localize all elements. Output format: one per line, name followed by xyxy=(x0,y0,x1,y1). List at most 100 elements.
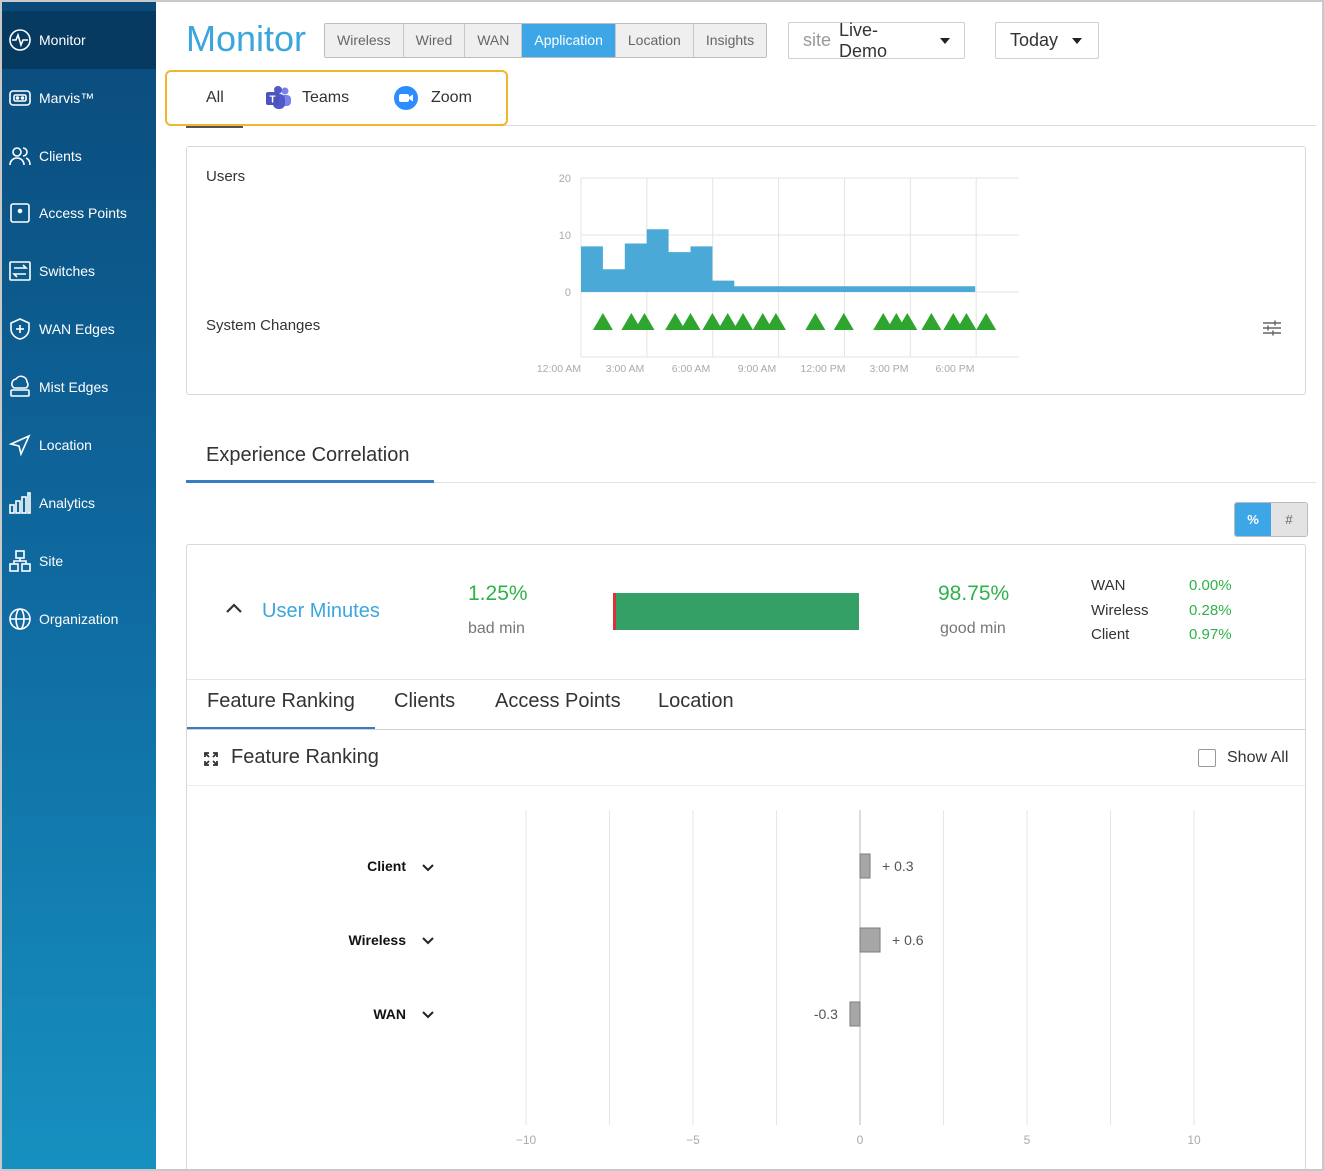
filter-all[interactable]: All xyxy=(206,72,224,124)
bad-label: bad min xyxy=(468,620,525,637)
system-change-marker xyxy=(956,313,977,330)
sidebar-item-label: Organization xyxy=(39,611,119,627)
show-all-checkbox[interactable] xyxy=(1198,749,1216,767)
access-point-icon xyxy=(7,200,33,226)
feature-label-wireless: Wireless xyxy=(348,932,406,948)
sidebar-item-organization[interactable]: Organization xyxy=(0,590,156,648)
bar-client xyxy=(859,853,871,879)
feature-ranking-chart: −10 −5 0 5 10 + 0.3 + 0.6 -0.3 xyxy=(516,810,1201,1147)
collapse-icon[interactable] xyxy=(225,601,243,615)
users-timeline-card: Users System Changes 20 10 0 12:00 AM 3:00 A… xyxy=(186,146,1306,395)
value-label: + 0.6 xyxy=(892,932,924,948)
marvis-icon xyxy=(7,85,33,111)
x-tick-label: 9:00 AM xyxy=(738,363,777,375)
sidebar: Monitor Marvis™ Clients Access Points Sw… xyxy=(0,0,156,1171)
tab-wired[interactable]: Wired xyxy=(403,24,466,57)
location-icon xyxy=(7,432,33,458)
divider xyxy=(187,679,1305,680)
sidebar-item-mist-edges[interactable]: Mist Edges xyxy=(0,358,156,416)
sidebar-item-label: WAN Edges xyxy=(39,321,115,337)
good-label: good min xyxy=(940,620,1006,637)
tab-application[interactable]: Application xyxy=(522,24,616,57)
site-dropdown[interactable]: site Live-Demo xyxy=(788,19,965,61)
divider xyxy=(187,729,1305,730)
page-title: Monitor xyxy=(186,18,307,59)
active-filter-underline xyxy=(186,126,243,128)
sidebar-item-wan-edges[interactable]: WAN Edges xyxy=(0,300,156,358)
chevron-down-icon xyxy=(1072,37,1083,44)
breakdown-client-name: Client xyxy=(1091,626,1130,643)
sidebar-item-location[interactable]: Location xyxy=(0,416,156,474)
y-tick-label: 20 xyxy=(559,173,571,185)
clients-icon xyxy=(7,143,33,169)
breakdown-wan-name: WAN xyxy=(1091,577,1126,594)
sidebar-item-label: Marvis™ xyxy=(39,90,95,106)
metric-title[interactable]: User Minutes xyxy=(262,600,380,623)
chart-settings-icon[interactable] xyxy=(1262,319,1282,337)
unit-toggle: % # xyxy=(1234,502,1308,537)
sidebar-item-monitor[interactable]: Monitor xyxy=(0,11,156,69)
sidebar-item-label: Switches xyxy=(39,263,96,279)
system-change-marker xyxy=(976,313,997,330)
chevron-down-icon[interactable] xyxy=(420,933,436,949)
wan-edge-icon xyxy=(7,316,33,342)
system-change-marker xyxy=(833,313,854,330)
monitor-icon xyxy=(7,27,33,53)
tab-access-points[interactable]: Access Points xyxy=(495,690,621,713)
breakdown-wan-value: 0.00% xyxy=(1189,577,1232,594)
sidebar-item-label: Monitor xyxy=(39,32,86,48)
sidebar-item-site[interactable]: Site xyxy=(0,532,156,590)
chevron-down-icon[interactable] xyxy=(420,1007,436,1023)
tab-location[interactable]: Location xyxy=(615,24,694,57)
site-value: Live-Demo xyxy=(839,19,888,61)
breakdown-wireless-value: 0.28% xyxy=(1189,602,1232,619)
tab-clients[interactable]: Clients xyxy=(394,690,455,713)
tab-wan[interactable]: WAN xyxy=(465,24,523,57)
time-range-dropdown[interactable]: Today xyxy=(995,22,1099,59)
good-value: 98.75% xyxy=(938,582,1010,605)
system-change-marker xyxy=(634,313,655,330)
sidebar-item-analytics[interactable]: Analytics xyxy=(0,474,156,532)
analytics-icon xyxy=(7,490,33,516)
chevron-down-icon[interactable] xyxy=(420,860,436,876)
active-section-underline xyxy=(186,480,434,483)
divider xyxy=(187,785,1305,786)
x-tick-label: 5 xyxy=(1024,1133,1031,1147)
system-change-marker xyxy=(765,313,786,330)
filter-zoom-label: Zoom xyxy=(431,89,472,106)
system-change-marker xyxy=(680,313,701,330)
filter-zoom[interactable]: Zoom xyxy=(393,72,472,124)
breakdown-wireless-name: Wireless xyxy=(1091,602,1149,619)
x-tick-label: 6:00 AM xyxy=(672,363,711,375)
organization-icon xyxy=(7,606,33,632)
system-change-marker xyxy=(805,313,826,330)
bar-wireless xyxy=(859,927,881,953)
expand-icon[interactable] xyxy=(204,752,218,766)
feature-ranking-title: Feature Ranking xyxy=(231,746,379,768)
system-change-marker xyxy=(921,313,942,330)
count-toggle[interactable]: # xyxy=(1271,503,1307,536)
percent-toggle[interactable]: % xyxy=(1235,503,1271,536)
x-tick-label: 6:00 PM xyxy=(935,363,974,375)
sidebar-item-clients[interactable]: Clients xyxy=(0,127,156,185)
filter-teams[interactable]: T Teams xyxy=(265,72,349,124)
tab-insights[interactable]: Insights xyxy=(693,24,767,57)
x-tick-label: 3:00 PM xyxy=(869,363,908,375)
tab-wireless[interactable]: Wireless xyxy=(325,24,404,57)
tab-location[interactable]: Location xyxy=(658,690,734,713)
filter-teams-label: Teams xyxy=(302,89,350,106)
sidebar-item-access-points[interactable]: Access Points xyxy=(0,184,156,242)
y-tick-label: 0 xyxy=(565,287,571,299)
users-timeline-chart: 20 10 0 12:00 AM 3:00 AM 6:00 AM 9:00 AM 12:00 … xyxy=(537,173,1019,375)
value-label: -0.3 xyxy=(814,1006,838,1022)
tab-feature-ranking[interactable]: Feature Ranking xyxy=(207,690,355,713)
filter-all-label: All xyxy=(206,89,224,106)
system-changes-label: System Changes xyxy=(206,317,321,334)
switch-icon xyxy=(7,258,33,284)
sidebar-item-marvis[interactable]: Marvis™ xyxy=(0,69,156,127)
x-tick-label: 12:00 AM xyxy=(537,363,581,375)
users-label: Users xyxy=(206,168,246,185)
sidebar-item-switches[interactable]: Switches xyxy=(0,242,156,300)
x-tick-label: −5 xyxy=(686,1133,700,1147)
value-label: + 0.3 xyxy=(882,858,914,874)
